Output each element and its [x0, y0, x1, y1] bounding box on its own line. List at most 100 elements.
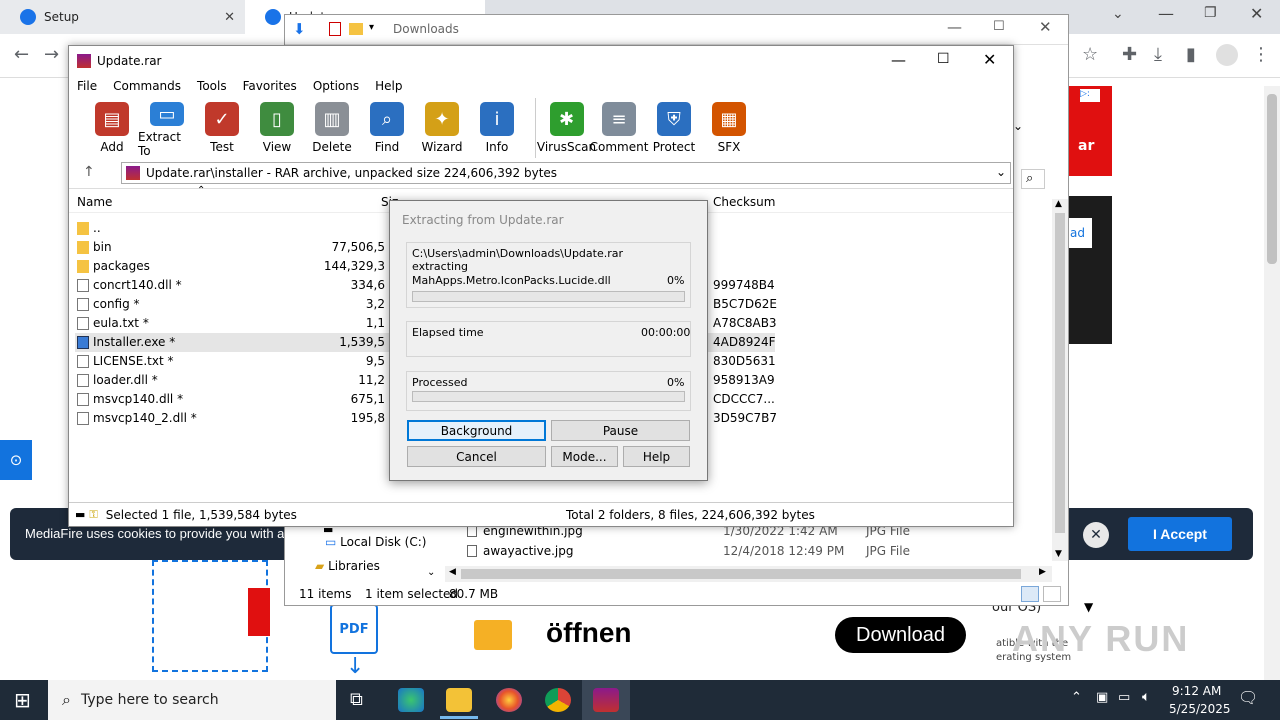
winrar-taskbar-icon[interactable] [593, 688, 619, 712]
windows-start-icon[interactable]: ⊞ [14, 688, 31, 712]
minimize-icon[interactable]: — [1158, 4, 1174, 23]
file-name: concrt140.dll * [93, 278, 182, 292]
chevron-down-icon[interactable]: ⌄ [427, 567, 435, 578]
profile-icon[interactable] [1216, 44, 1238, 66]
dropdown-arrow-icon[interactable]: ▼ [1084, 600, 1093, 614]
mode-button[interactable]: Mode... [551, 446, 618, 467]
background-button[interactable]: Background [407, 420, 546, 441]
toolbar-comment-button[interactable]: ≡ Comment [590, 98, 648, 158]
task-view-icon[interactable]: ⧉ [350, 689, 363, 710]
toolbar-sfx-button[interactable]: ▦ SFX [700, 98, 758, 158]
nav-label: Local Disk (C:) [340, 535, 427, 549]
notification-icon[interactable]: 🗨︎ [1238, 688, 1258, 707]
open-text: öffnen [546, 617, 632, 648]
active-indicator [440, 716, 478, 719]
path-bar[interactable]: Update.rar\installer - RAR archive, unpa… [121, 162, 1011, 184]
download-button[interactable]: Download [835, 617, 966, 653]
close-icon[interactable]: ✕ [983, 50, 996, 69]
minimize-icon[interactable]: — [891, 51, 906, 69]
pause-button[interactable]: Pause [551, 420, 690, 441]
up-folder-icon[interactable]: ↑ [83, 164, 95, 180]
toolbar-info-button[interactable]: i Info [468, 98, 526, 158]
chevron-down-icon[interactable]: ⌄ [1013, 119, 1023, 133]
search-icon[interactable]: ⌕ [1021, 169, 1045, 189]
close-icon[interactable]: ✕ [1039, 18, 1052, 36]
adchoices-icon[interactable]: ▷: [1080, 89, 1100, 102]
clock-date[interactable]: 5/25/2025 [1169, 702, 1231, 716]
arrow-down-icon: ↓ [346, 654, 365, 679]
accept-cookies-button[interactable]: I Accept [1128, 517, 1232, 551]
sidepanel-icon[interactable]: ▮ [1186, 44, 1196, 65]
volume-icon[interactable]: 🔈︎ [1142, 689, 1150, 705]
file-icon [77, 298, 89, 311]
help-button[interactable]: Help [623, 446, 690, 467]
menu-icon[interactable]: ⋮ [1252, 44, 1270, 65]
path-text: Update.rar\installer - RAR archive, unpa… [146, 166, 558, 180]
chevron-down-icon[interactable]: ⌄ [996, 165, 1006, 179]
security-icon[interactable]: ▣ [1096, 690, 1108, 705]
menu-item[interactable]: Options [313, 79, 359, 93]
toolbar-delete-button[interactable]: ▥ Delete [303, 98, 361, 158]
browser-tab-setup[interactable]: Setup ✕ [0, 0, 245, 34]
toolbar-label: Info [485, 140, 509, 154]
menu-item[interactable]: Help [375, 79, 402, 93]
taskbar-search[interactable]: ⌕ Type here to search [48, 680, 336, 720]
file-name: bin [93, 240, 112, 254]
file-percent: 0% [667, 274, 685, 287]
toolbar-extract-to-button[interactable]: ▭ Extract To [138, 98, 196, 158]
settings-gear-icon[interactable]: ⊙ [0, 440, 32, 480]
chrome-icon[interactable] [545, 688, 571, 712]
cookie-close-icon[interactable]: ✕ [1083, 522, 1109, 548]
close-icon[interactable]: ✕ [1250, 4, 1263, 23]
toolbar-protect-button[interactable]: ⛨ Protect [645, 98, 703, 158]
file-checksum: 958913A9 [713, 373, 775, 387]
minimize-icon[interactable]: — [947, 18, 962, 36]
column-name[interactable]: Name [77, 195, 112, 209]
menu-item[interactable]: Commands [113, 79, 181, 93]
firefox-icon[interactable] [496, 688, 522, 712]
download-icon[interactable]: ⤓ [1154, 44, 1162, 65]
file-explorer-icon[interactable] [446, 688, 472, 712]
toolbar-virusscan-button[interactable]: ✱ VirusScan [535, 98, 596, 158]
promo-button[interactable]: ad [1068, 218, 1092, 248]
edge-icon[interactable] [398, 688, 424, 712]
column-checksum[interactable]: Checksum [713, 195, 775, 209]
elapsed-value: 00:00:00 [641, 326, 691, 339]
close-tab-icon[interactable]: ✕ [224, 10, 235, 25]
page-scrollbar[interactable] [1264, 86, 1280, 680]
extensions-icon[interactable]: ✚ [1122, 44, 1137, 65]
details-view-icon[interactable] [1021, 586, 1039, 602]
wizard-icon: ✦ [425, 102, 459, 136]
maximize-icon[interactable]: ☐ [937, 51, 950, 67]
chevron-up-icon[interactable]: ⌃ [1071, 690, 1082, 705]
maximize-icon[interactable]: ☐ [993, 19, 1005, 34]
file-name: .. [93, 221, 101, 235]
menu-item[interactable]: Favorites [243, 79, 297, 93]
properties-icon[interactable] [329, 22, 341, 36]
chevron-down-icon[interactable]: ▾ [369, 22, 374, 33]
toolbar-view-button[interactable]: ▯ View [248, 98, 306, 158]
processed-label: Processed [412, 376, 468, 389]
toolbar-test-button[interactable]: ✓ Test [193, 98, 251, 158]
ad-banner[interactable]: ar ▷: [1068, 86, 1112, 176]
restore-icon[interactable]: ❐ [1204, 5, 1217, 21]
explorer-vscrollbar[interactable]: ▲ ▼ [1052, 199, 1068, 561]
toolbar-find-button[interactable]: ⌕ Find [358, 98, 416, 158]
winrar-toolbar: ▤ Add ▭ Extract To ✓ Test ▯ View ▥ Delete ⌕ Find ✦ Wi… [69, 98, 1013, 158]
processed-progress-bar [412, 391, 685, 402]
file-row[interactable]: awayactive.jpg 12/4/2018 12:49 PM JPG Fi… [461, 543, 1021, 563]
toolbar-wizard-button[interactable]: ✦ Wizard [413, 98, 471, 158]
back-icon[interactable]: ← [14, 44, 29, 65]
tab-search-icon[interactable]: ⌄ [1112, 6, 1124, 22]
menu-item[interactable]: File [77, 79, 97, 93]
network-icon[interactable]: ▭ [1118, 690, 1130, 705]
clock-time[interactable]: 9:12 AM [1172, 684, 1221, 698]
explorer-hscrollbar[interactable]: ◀ ▶ [445, 566, 1052, 582]
forward-icon[interactable]: → [44, 44, 59, 65]
large-icons-view-icon[interactable] [1043, 586, 1061, 602]
cancel-button[interactable]: Cancel [407, 446, 546, 467]
file-name: Installer.exe * [93, 335, 176, 349]
toolbar-add-button[interactable]: ▤ Add [83, 98, 141, 158]
menu-item[interactable]: Tools [197, 79, 227, 93]
star-icon[interactable]: ☆ [1082, 44, 1098, 65]
